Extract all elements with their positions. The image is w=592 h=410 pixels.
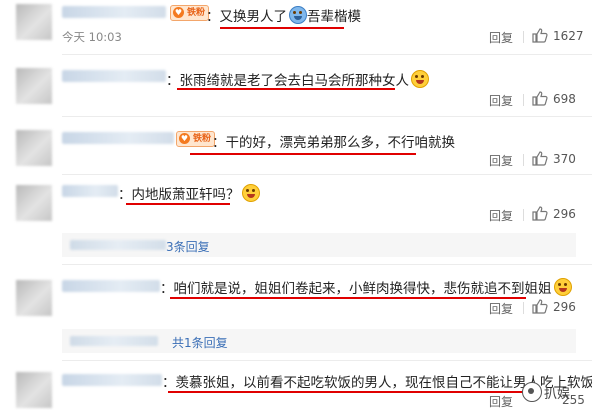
laugh-emoji-icon (411, 70, 429, 88)
like-button[interactable]: 296 (532, 206, 582, 222)
reply-button[interactable]: 回复 (489, 92, 513, 109)
reply-user-blurred (70, 336, 158, 346)
fan-icon: ♥ (173, 7, 184, 18)
replies-bar[interactable]: 3条回复 (62, 233, 576, 257)
divider (62, 116, 592, 117)
divider (62, 264, 592, 265)
thumbs-up-icon (532, 91, 548, 106)
divider (62, 360, 592, 361)
action-separator (523, 209, 524, 221)
avatar[interactable] (16, 185, 52, 221)
highlight-underline (168, 391, 528, 393)
like-button[interactable]: 370 (532, 151, 582, 167)
highlight-underline (190, 153, 416, 155)
reply-button[interactable]: 回复 (489, 300, 513, 317)
avatar[interactable] (16, 130, 52, 166)
smirk-emoji-icon (553, 278, 572, 296)
avatar[interactable] (16, 372, 52, 408)
thumbs-up-icon (532, 206, 548, 221)
avatar[interactable] (16, 68, 52, 104)
like-count: 370 (553, 152, 576, 166)
reply-button[interactable]: 回复 (489, 152, 513, 169)
comment-text: ：咱们就是说，姐姐们卷起来，小鲜肉换得快，悲伤就追不到姐姐 (160, 277, 572, 297)
laugh-emoji-icon (241, 184, 260, 202)
fan-icon: ♥ (179, 133, 190, 144)
divider (62, 54, 592, 55)
like-count: 1627 (553, 29, 584, 43)
comment-time: 今天 10:03 (62, 30, 122, 44)
fan-badge: ♥ 铁粉 (170, 5, 210, 21)
watermark-logo-icon (522, 382, 542, 402)
comment-text: ：干的好，漂亮弟弟那么多，不行咱就换 (212, 135, 455, 151)
avatar[interactable] (16, 4, 52, 40)
username-blurred[interactable] (62, 280, 160, 292)
blue-emoji-icon (289, 6, 307, 24)
comment-text: ：又换男人了 吾辈楷模 (206, 5, 361, 25)
reply-button[interactable]: 回复 (489, 29, 513, 46)
thumbs-up-icon (532, 28, 548, 43)
like-button[interactable]: 1627 (532, 28, 584, 44)
reply-button[interactable]: 回复 (489, 393, 513, 410)
divider (62, 174, 592, 175)
like-count: 296 (553, 207, 576, 221)
comment-text: ：张雨绮就是老了会去白马会所那种女人 (166, 69, 429, 89)
avatar[interactable] (16, 280, 52, 316)
username-blurred[interactable] (62, 185, 118, 197)
thumbs-up-icon (532, 151, 548, 166)
like-count: 296 (553, 300, 576, 314)
action-separator (523, 31, 524, 43)
username-blurred[interactable] (62, 374, 162, 386)
action-separator (523, 94, 524, 106)
reply-user-blurred (70, 240, 166, 250)
username-blurred[interactable] (62, 70, 166, 82)
like-button[interactable]: 296 (532, 299, 582, 315)
watermark-text: 扒娱 (544, 387, 571, 402)
action-separator (523, 302, 524, 314)
like-button[interactable]: 698 (532, 91, 582, 107)
replies-bar[interactable]: 共1条回复 (62, 329, 576, 353)
highlight-underline (126, 203, 230, 205)
reply-button[interactable]: 回复 (489, 207, 513, 224)
thumbs-up-icon (532, 299, 548, 314)
like-count: 698 (553, 92, 576, 106)
fan-badge: ♥ 铁粉 (176, 131, 216, 147)
highlight-underline (220, 27, 344, 29)
view-replies-link[interactable]: 共1条回复 (172, 334, 228, 351)
action-separator (523, 154, 524, 166)
username-blurred[interactable] (62, 6, 166, 18)
comment-text: ：内地版萧亚轩吗？ (118, 183, 260, 203)
highlight-underline (177, 88, 395, 90)
view-replies-link[interactable]: 3条回复 (166, 238, 210, 255)
username-blurred[interactable] (62, 132, 174, 144)
highlight-underline (170, 297, 526, 299)
